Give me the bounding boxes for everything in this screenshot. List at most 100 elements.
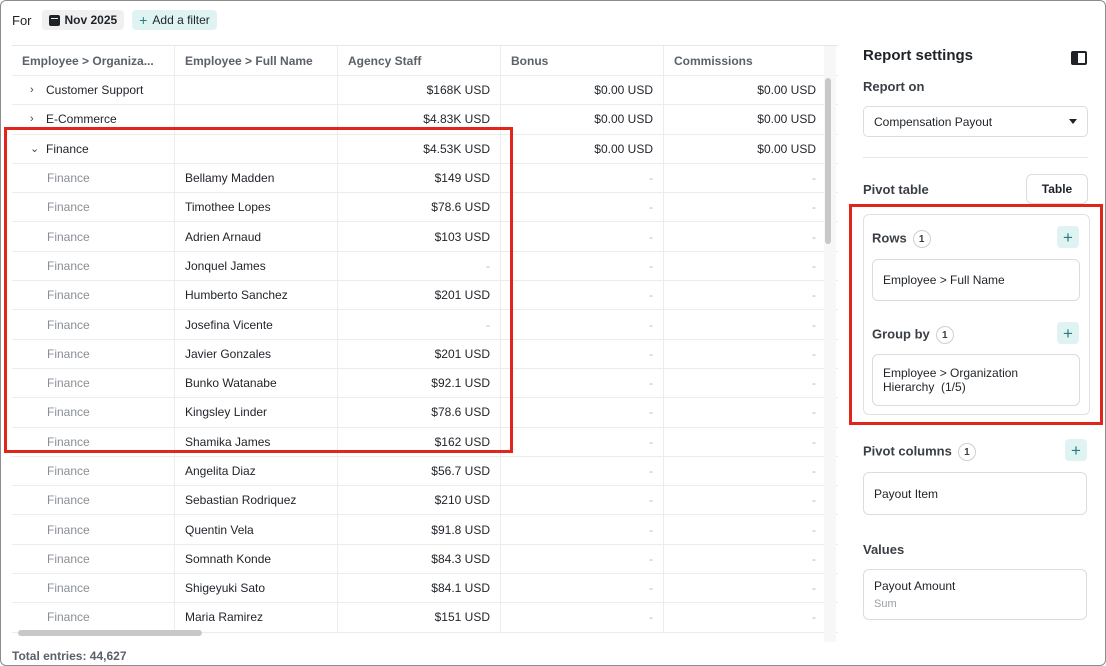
table-view-button[interactable]: Table: [1026, 174, 1088, 204]
commissions-cell: $0.00 USD: [757, 112, 816, 127]
column-header[interactable]: Agency Staff: [338, 46, 501, 75]
table-row[interactable]: Finance Shigeyuki Sato $84.1 USD - -: [12, 574, 838, 604]
bonus-cell: -: [501, 193, 664, 222]
table-row[interactable]: Finance Maria Ramirez $151 USD - -: [12, 603, 838, 633]
agency-staff-cell: $56.7 USD: [338, 456, 501, 486]
calendar-icon: [48, 14, 60, 26]
pivot-columns-count-badge: 1: [957, 443, 976, 461]
horizontal-scrollbar[interactable]: [18, 630, 202, 636]
name-cell: Somnath Konde: [175, 544, 338, 574]
agency-staff-cell: -: [338, 310, 501, 339]
group-by-field-card[interactable]: Employee > Organization Hierarchy (1/5): [872, 354, 1080, 406]
name-cell: [175, 76, 338, 105]
commissions-cell: -: [812, 551, 816, 566]
commissions-cell: -: [812, 171, 816, 186]
name-cell: Timothee Lopes: [175, 193, 338, 222]
values-card[interactable]: Payout Amount Sum: [863, 569, 1087, 620]
agency-staff-cell: $210 USD: [338, 486, 501, 515]
table-row[interactable]: Finance Kingsley Linder $78.6 USD - -: [12, 398, 838, 428]
toggle-panel-icon[interactable]: [1071, 51, 1087, 65]
pivot-table-label: Pivot table: [863, 182, 929, 197]
add-filter-button[interactable]: + Add a filter: [132, 10, 217, 30]
table-group-row[interactable]: › Customer Support $168K USD $0.00 USD $0.00…: [12, 76, 838, 106]
table-row[interactable]: Finance Quentin Vela $91.8 USD - -: [12, 515, 838, 545]
bonus-cell: -: [501, 281, 664, 310]
agency-staff-cell: $201 USD: [338, 281, 501, 310]
report-on-select[interactable]: Compensation Payout: [863, 106, 1088, 137]
rows-field-card[interactable]: Employee > Full Name: [872, 259, 1080, 301]
table-row[interactable]: Finance Sebastian Rodriquez $210 USD - -: [12, 486, 838, 516]
agency-staff-cell: -: [338, 251, 501, 281]
divider: [863, 157, 1088, 158]
filter-bar: For Nov 2025 + Add a filter: [12, 9, 217, 31]
bonus-cell: -: [501, 222, 664, 251]
org-cell: Finance: [12, 398, 175, 427]
group-by-label-text: Group by: [872, 326, 930, 342]
panel-title: Report settings: [863, 47, 974, 64]
chevron-right-icon[interactable]: ›: [30, 113, 38, 125]
org-cell: Finance: [12, 515, 175, 544]
add-group-by-button[interactable]: +: [1057, 322, 1079, 344]
chevron-right-icon[interactable]: ›: [30, 84, 38, 96]
add-pivot-column-button[interactable]: +: [1065, 439, 1087, 461]
table-group-row[interactable]: › E-Commerce $4.83K USD $0.00 USD $0.00 USD: [12, 105, 838, 135]
name-cell: Shamika James: [175, 427, 338, 456]
table-row[interactable]: Finance Shamika James $162 USD - -: [12, 427, 838, 457]
pivot-column-card[interactable]: Payout Item: [863, 472, 1087, 515]
agency-staff-cell: $78.6 USD: [338, 398, 501, 427]
agency-staff-cell: $92.1 USD: [338, 368, 501, 398]
column-header[interactable]: Employee > Full Name: [175, 46, 338, 75]
column-header[interactable]: Employee > Organiza...: [12, 46, 175, 75]
org-cell: › Customer Support: [12, 76, 175, 105]
org-cell: Finance: [12, 574, 175, 603]
table-group-row[interactable]: ⌄ Finance $4.53K USD $0.00 USD $0.00 USD: [12, 134, 838, 164]
agency-staff-cell: $151 USD: [338, 603, 501, 632]
values-label: Values: [863, 542, 905, 557]
table-row[interactable]: Finance Adrien Arnaud $103 USD - -: [12, 222, 838, 252]
table-row[interactable]: Finance Timothee Lopes $78.6 USD - -: [12, 193, 838, 223]
name-cell: Josefina Vicente: [175, 310, 338, 339]
table-row[interactable]: Finance Bunko Watanabe $92.1 USD - -: [12, 368, 838, 399]
group-by-count-badge: 1: [935, 326, 954, 344]
add-row-button[interactable]: +: [1057, 226, 1079, 248]
agency-staff-cell: $84.3 USD: [338, 544, 501, 574]
date-filter-chip[interactable]: Nov 2025: [41, 10, 125, 30]
agency-staff-cell: $78.6 USD: [338, 193, 501, 222]
table-row[interactable]: Finance Josefina Vicente - - -: [12, 310, 838, 340]
add-filter-label: Add a filter: [152, 13, 210, 27]
vertical-scrollbar[interactable]: [825, 78, 831, 244]
bonus-cell: -: [501, 339, 664, 368]
table-row[interactable]: Finance Somnath Konde $84.3 USD - -: [12, 544, 838, 575]
group-by-field-value: Employee > Organization Hierarchy (1/5): [883, 366, 1022, 394]
for-label: For: [12, 12, 32, 28]
bonus-cell: -: [501, 515, 664, 544]
table-row[interactable]: Finance Javier Gonzales $201 USD - -: [12, 339, 838, 369]
table-row[interactable]: Finance Angelita Diaz $56.7 USD - -: [12, 456, 838, 487]
values-aggregation: Sum: [874, 598, 897, 610]
name-cell: Jonquel James: [175, 251, 338, 281]
rows-label-text: Rows: [872, 230, 907, 246]
chevron-down-icon[interactable]: ⌄: [30, 142, 39, 155]
org-name: Finance: [46, 141, 89, 156]
name-cell: Shigeyuki Sato: [175, 574, 338, 603]
values-field-value: Payout Amount: [874, 579, 956, 593]
pivot-column-value: Payout Item: [874, 486, 939, 501]
name-cell: Angelita Diaz: [175, 456, 338, 486]
commissions-cell: -: [812, 581, 816, 596]
bonus-cell: -: [501, 310, 664, 339]
table-row[interactable]: Finance Jonquel James - - -: [12, 251, 838, 282]
column-header[interactable]: Bonus: [501, 46, 664, 75]
commissions-cell: -: [812, 464, 816, 478]
org-cell: ⌄ Finance: [12, 134, 175, 163]
commissions-cell: -: [812, 200, 816, 215]
org-cell: Finance: [12, 603, 175, 632]
pivot-table: Employee > Organiza... Employee > Full N…: [12, 45, 838, 643]
commissions-cell: $0.00 USD: [757, 83, 816, 98]
name-cell: Bellamy Madden: [175, 163, 338, 193]
bonus-cell: $0.00 USD: [501, 105, 664, 134]
commissions-cell: $0.00 USD: [757, 141, 816, 156]
table-row[interactable]: Finance Bellamy Madden $149 USD - -: [12, 163, 838, 194]
name-cell: [175, 105, 338, 134]
table-row[interactable]: Finance Humberto Sanchez $201 USD - -: [12, 281, 838, 311]
column-header[interactable]: Commissions: [664, 46, 826, 75]
